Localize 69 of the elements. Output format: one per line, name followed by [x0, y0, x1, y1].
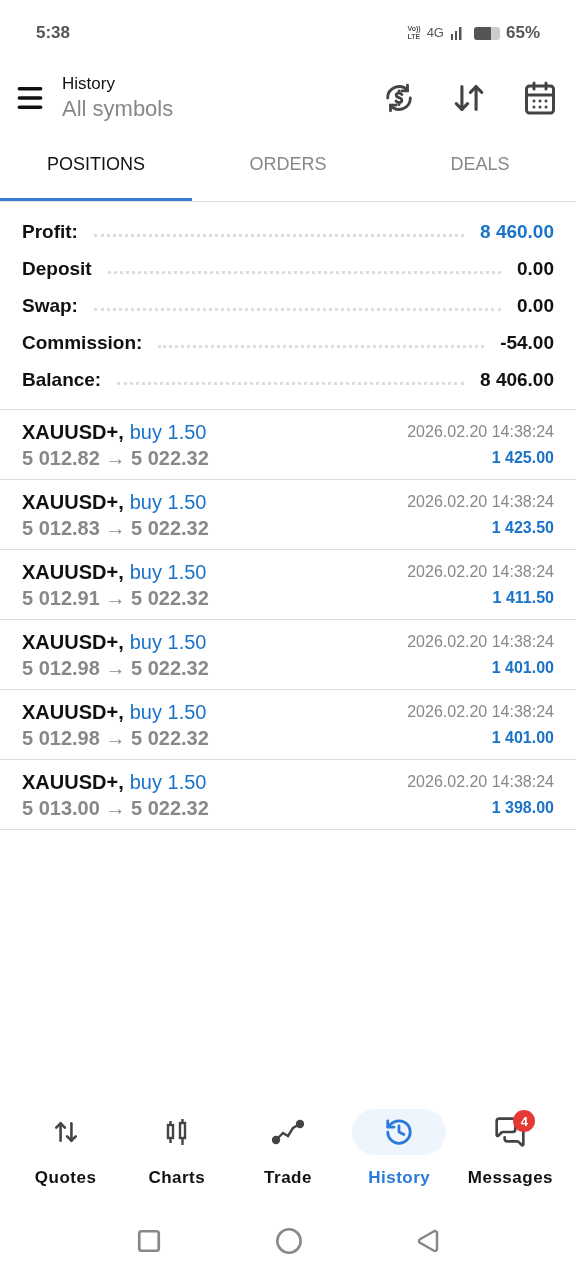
summary-value: 0.00	[517, 294, 554, 319]
summary-value: 8 460.00	[480, 220, 554, 245]
position-row[interactable]: XAUUSD+, buy 1.50 5 012.98 → 5 022.32 2026.02.20 14:38:24 1 401.00	[0, 620, 576, 690]
nav-item[interactable]: Trade	[232, 1109, 344, 1191]
trade-profit: 1 401.00	[491, 727, 554, 748]
position-row[interactable]: XAUUSD+, buy 1.50 5 012.91 → 5 022.32 2026.02.20 14:38:24 1 411.50	[0, 550, 576, 620]
price-range: 5 013.00 → 5 022.32	[22, 795, 209, 821]
trade-time: 2026.02.20 14:38:24	[407, 491, 554, 512]
network-type: 4G	[426, 24, 444, 43]
trade-time: 2026.02.20 14:38:24	[407, 631, 554, 652]
summary-label: Profit:	[22, 220, 78, 245]
screen-subtitle: All symbols	[62, 95, 175, 123]
tab[interactable]: ORDERS	[192, 130, 384, 201]
price-range: 5 012.91 → 5 022.32	[22, 585, 209, 611]
clock: 5:38	[36, 22, 71, 45]
history-icon	[384, 1117, 415, 1148]
nav-item[interactable]: Quotes	[10, 1109, 122, 1191]
price-range: 5 012.82 → 5 022.32	[22, 445, 209, 471]
battery-percent: 65%	[505, 22, 540, 45]
signal-icon	[449, 26, 464, 40]
trade-profit: 1 401.00	[491, 657, 554, 678]
trade-side: buy 1.50	[129, 629, 207, 655]
trade-profit: 1 425.00	[491, 447, 554, 468]
trade-profit: 1 411.50	[492, 587, 554, 608]
summary-value: -54.00	[500, 331, 554, 356]
trade-profit: 1 398.00	[491, 797, 554, 818]
messages-icon	[494, 1116, 527, 1149]
summary-label: Balance:	[22, 368, 102, 393]
summary-label: Deposit	[22, 257, 92, 282]
home-icon[interactable]	[275, 1227, 303, 1255]
trade-time: 2026.02.20 14:38:24	[407, 771, 554, 792]
trade-side: buy 1.50	[129, 699, 207, 725]
trade-time: 2026.02.20 14:38:24	[407, 701, 554, 722]
price-range: 5 012.98 → 5 022.32	[22, 725, 209, 751]
symbol: XAUUSD+,	[22, 419, 124, 445]
symbol: XAUUSD+,	[22, 699, 124, 725]
position-row[interactable]: XAUUSD+, buy 1.50 5 013.00 → 5 022.32 2026.02.20 14:38:24 1 398.00	[0, 760, 576, 830]
position-row[interactable]: XAUUSD+, buy 1.50 5 012.82 → 5 022.32 2026.02.20 14:38:24 1 425.00	[0, 410, 576, 480]
trade-side: buy 1.50	[129, 419, 207, 445]
battery-icon	[473, 26, 500, 40]
line-chart-icon	[272, 1119, 304, 1146]
screen-title: History	[62, 73, 116, 95]
summary-label: Swap:	[22, 294, 78, 319]
trade-profit: 1 423.50	[491, 517, 554, 538]
trade-side: buy 1.50	[129, 489, 207, 515]
symbol: XAUUSD+,	[22, 769, 124, 795]
position-row[interactable]: XAUUSD+, buy 1.50 5 012.83 → 5 022.32 2026.02.20 14:38:24 1 423.50	[0, 480, 576, 550]
trade-time: 2026.02.20 14:38:24	[407, 561, 554, 582]
tab[interactable]: DEALS	[384, 130, 576, 201]
back-icon[interactable]	[415, 1229, 440, 1253]
position-row[interactable]: XAUUSD+, buy 1.50 5 012.98 → 5 022.32 2026.02.20 14:38:24 1 401.00	[0, 690, 576, 760]
summary-value: 0.00	[517, 257, 554, 282]
recents-icon[interactable]	[136, 1228, 163, 1254]
symbol: XAUUSD+,	[22, 489, 124, 515]
summary-label: Commission:	[22, 331, 143, 356]
nav-item[interactable]: 4 Messages	[454, 1109, 566, 1191]
price-range: 5 012.98 → 5 022.32	[22, 655, 209, 681]
symbol: XAUUSD+,	[22, 629, 124, 655]
unread-badge: 4	[513, 1110, 536, 1133]
trade-time: 2026.02.20 14:38:24	[407, 421, 554, 442]
symbol: XAUUSD+,	[22, 559, 124, 585]
trade-side: buy 1.50	[129, 769, 207, 795]
tab[interactable]: POSITIONS	[0, 130, 192, 201]
nav-item[interactable]: Charts	[121, 1109, 233, 1191]
calendar-icon[interactable]	[522, 80, 558, 116]
price-range: 5 012.83 → 5 022.32	[22, 515, 209, 541]
nav-item[interactable]: History	[343, 1109, 455, 1191]
trade-side: buy 1.50	[129, 559, 207, 585]
summary-value: 8 406.00	[480, 368, 554, 393]
